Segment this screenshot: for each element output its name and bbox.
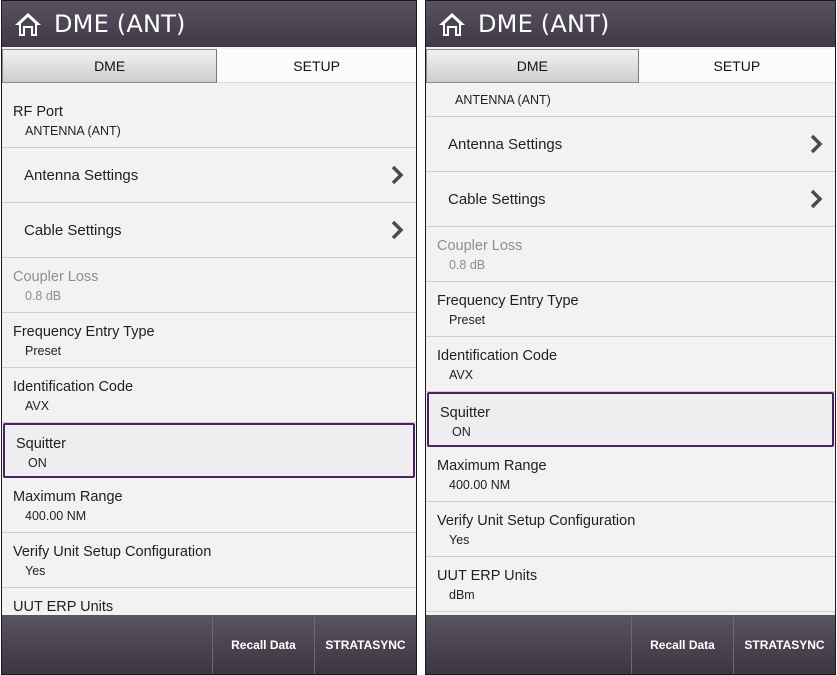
- setting-maximum-range[interactable]: Maximum Range 400.00 NM: [426, 447, 835, 502]
- home-icon[interactable]: [438, 11, 466, 37]
- home-icon[interactable]: [14, 11, 42, 37]
- setting-label: Verify Unit Setup Configuration: [437, 513, 636, 529]
- setting-uut-erp-units[interactable]: UUT ERP Units dBm: [426, 557, 835, 612]
- setting-value: 400.00 NM: [25, 509, 87, 523]
- setting-label: Squitter: [440, 405, 490, 421]
- softkey-blank: [2, 615, 212, 674]
- setting-value: 0.8 dB: [449, 258, 486, 272]
- setting-value: Yes: [25, 564, 46, 578]
- stratasync-button[interactable]: STRATASYNC: [314, 615, 416, 674]
- setting-rf-port[interactable]: ANTENNA (ANT): [426, 89, 835, 117]
- setting-label: UUT ERP Units: [437, 568, 538, 584]
- setting-cable-settings[interactable]: Cable Settings: [426, 172, 835, 227]
- softkey-blank: [426, 615, 631, 674]
- setting-value: ON: [28, 456, 47, 470]
- setting-verify-unit-setup[interactable]: Verify Unit Setup Configuration Yes: [2, 533, 416, 588]
- setting-cable-settings[interactable]: Cable Settings: [2, 203, 416, 258]
- setting-value: Preset: [449, 313, 486, 327]
- setting-value: 0.8 dB: [25, 289, 62, 303]
- stratasync-button[interactable]: STRATASYNC: [733, 615, 835, 674]
- page-title: DME (ANT): [54, 10, 186, 38]
- setting-label: Antenna Settings: [24, 166, 139, 184]
- tab-dme[interactable]: DME: [426, 49, 639, 83]
- setting-value: AVX: [25, 399, 50, 413]
- setting-label: Squitter: [16, 436, 66, 452]
- setting-value: ANTENNA (ANT): [25, 124, 121, 138]
- chevron-right-icon: [810, 134, 823, 154]
- setting-label: Identification Code: [437, 348, 558, 364]
- tab-setup[interactable]: SETUP: [638, 49, 835, 83]
- chevron-right-icon: [391, 220, 404, 240]
- chevron-right-icon: [810, 189, 823, 209]
- setting-label: Maximum Range: [437, 458, 547, 474]
- tab-bar: DME SETUP: [2, 49, 416, 83]
- setting-frequency-entry-type[interactable]: Frequency Entry Type Preset: [426, 282, 835, 337]
- setting-squitter[interactable]: Squitter ON: [427, 392, 834, 447]
- tab-dme[interactable]: DME: [2, 49, 218, 83]
- setting-squitter[interactable]: Squitter ON: [3, 423, 415, 478]
- setting-label: UUT ERP Units: [13, 599, 114, 615]
- setting-value: AVX: [449, 368, 474, 382]
- setting-label: Verify Unit Setup Configuration: [13, 544, 212, 560]
- setting-label: Identification Code: [13, 379, 134, 395]
- setting-identification-code[interactable]: Identification Code AVX: [426, 337, 835, 392]
- setting-label: Coupler Loss: [437, 238, 523, 254]
- setting-coupler-loss: Coupler Loss 0.8 dB: [426, 227, 835, 282]
- settings-list: ANTENNA (ANT) Antenna Settings Cable Set…: [426, 89, 835, 615]
- setting-coupler-loss: Coupler Loss 0.8 dB: [2, 258, 416, 313]
- setting-frequency-entry-type[interactable]: Frequency Entry Type Preset: [2, 313, 416, 368]
- setting-antenna-settings[interactable]: Antenna Settings: [2, 148, 416, 203]
- setup-screen-left: DME (ANT) DME SETUP RF Port ANTENNA (ANT…: [1, 0, 417, 675]
- tab-bar: DME SETUP: [426, 49, 835, 83]
- setting-value: dBm: [449, 588, 475, 602]
- setting-label: Coupler Loss: [13, 269, 99, 285]
- tab-setup[interactable]: SETUP: [217, 49, 416, 83]
- setting-verify-unit-setup[interactable]: Verify Unit Setup Configuration Yes: [426, 502, 835, 557]
- setting-label: Frequency Entry Type: [437, 293, 579, 309]
- page-title: DME (ANT): [478, 10, 610, 38]
- title-bar: DME (ANT): [426, 1, 835, 47]
- setup-screen-right: DME (ANT) DME SETUP ANTENNA (ANT) Antenn…: [425, 0, 836, 675]
- setting-antenna-settings[interactable]: Antenna Settings: [426, 117, 835, 172]
- setting-identification-code[interactable]: Identification Code AVX: [2, 368, 416, 423]
- setting-label: Cable Settings: [24, 221, 122, 239]
- setting-label: Maximum Range: [13, 489, 123, 505]
- chevron-right-icon: [391, 165, 404, 185]
- setting-maximum-range[interactable]: Maximum Range 400.00 NM: [2, 478, 416, 533]
- bottom-toolbar: Recall Data STRATASYNC: [2, 615, 416, 674]
- recall-data-button[interactable]: Recall Data: [212, 615, 314, 674]
- bottom-toolbar: Recall Data STRATASYNC: [426, 615, 835, 674]
- setting-label: Frequency Entry Type: [13, 324, 155, 340]
- recall-data-button[interactable]: Recall Data: [631, 615, 733, 674]
- setting-value: ANTENNA (ANT): [455, 93, 551, 107]
- setting-uut-erp-units[interactable]: UUT ERP Units: [2, 588, 416, 615]
- setting-value: 400.00 NM: [449, 478, 511, 492]
- setting-label: Cable Settings: [448, 190, 546, 208]
- setting-rf-port[interactable]: RF Port ANTENNA (ANT): [2, 93, 416, 148]
- setting-label: Antenna Settings: [448, 135, 563, 153]
- setting-value: Preset: [25, 344, 62, 358]
- setting-label: RF Port: [13, 104, 63, 120]
- title-bar: DME (ANT): [2, 1, 416, 47]
- setting-value: Yes: [449, 533, 470, 547]
- settings-list: RF Port ANTENNA (ANT) Antenna Settings C…: [2, 93, 416, 615]
- setting-value: ON: [452, 425, 471, 439]
